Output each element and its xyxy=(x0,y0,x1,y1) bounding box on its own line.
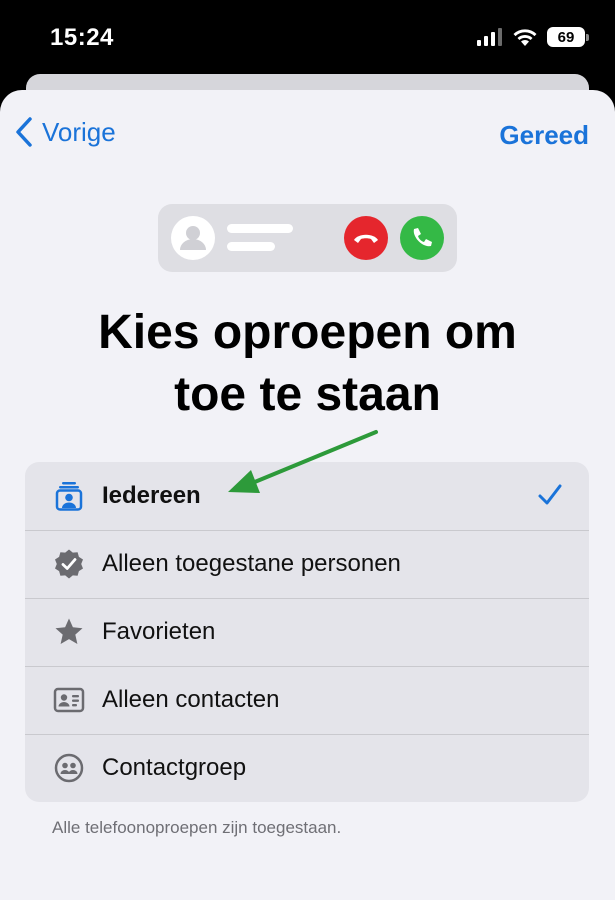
option-label: Favorieten xyxy=(102,618,216,645)
back-button-label: Vorige xyxy=(42,116,116,147)
status-time: 15:24 xyxy=(50,24,114,51)
wifi-icon xyxy=(513,28,537,46)
option-iedereen[interactable]: Iedereen xyxy=(25,462,589,530)
caller-detail-placeholder xyxy=(227,242,275,251)
page-title-line-2: toe te staan xyxy=(174,368,441,421)
done-button[interactable]: Gereed xyxy=(499,120,589,151)
battery-indicator: 69 xyxy=(547,27,589,47)
page-title: Kies oproepen om toe te staan xyxy=(0,302,615,426)
accept-call-icon xyxy=(400,216,444,260)
battery-level: 69 xyxy=(557,28,575,46)
caller-name-placeholder xyxy=(227,224,293,233)
verified-badge-icon xyxy=(55,549,83,579)
checkmark-icon xyxy=(538,484,562,505)
decline-call-icon xyxy=(344,216,388,260)
person-badge-icon xyxy=(55,482,83,511)
option-label: Contactgroep xyxy=(102,754,247,781)
page-title-line-1: Kies oproepen om xyxy=(98,306,517,359)
footnote: Alle telefoonoproepen zijn toegestaan. xyxy=(52,818,342,837)
option-contactgroep[interactable]: Contactgroep xyxy=(25,734,589,802)
back-button[interactable]: Vorige xyxy=(14,116,116,148)
signal-icon xyxy=(477,28,502,46)
option-label: Alleen contacten xyxy=(102,686,280,713)
option-alleen-toegestane-personen[interactable]: Alleen toegestane personen xyxy=(25,530,589,598)
call-filter-sheet: Vorige Gereed Kies oproepen om toe te st… xyxy=(0,90,615,900)
group-icon xyxy=(54,753,84,783)
chevron-left-icon xyxy=(16,117,32,147)
incoming-call-illustration xyxy=(158,204,457,272)
status-icons: 69 xyxy=(477,27,589,47)
contact-card-icon xyxy=(53,687,85,713)
option-label: Alleen toegestane personen xyxy=(102,550,401,577)
option-favorieten[interactable]: Favorieten xyxy=(25,598,589,666)
option-alleen-contacten[interactable]: Alleen contacten xyxy=(25,666,589,734)
star-icon xyxy=(55,618,83,644)
option-label: Iedereen xyxy=(102,482,201,509)
status-bar: 15:24 69 xyxy=(0,0,615,80)
avatar-icon xyxy=(171,216,215,260)
call-options-list: Iedereen Alleen toegestane personen Favo… xyxy=(25,462,589,802)
